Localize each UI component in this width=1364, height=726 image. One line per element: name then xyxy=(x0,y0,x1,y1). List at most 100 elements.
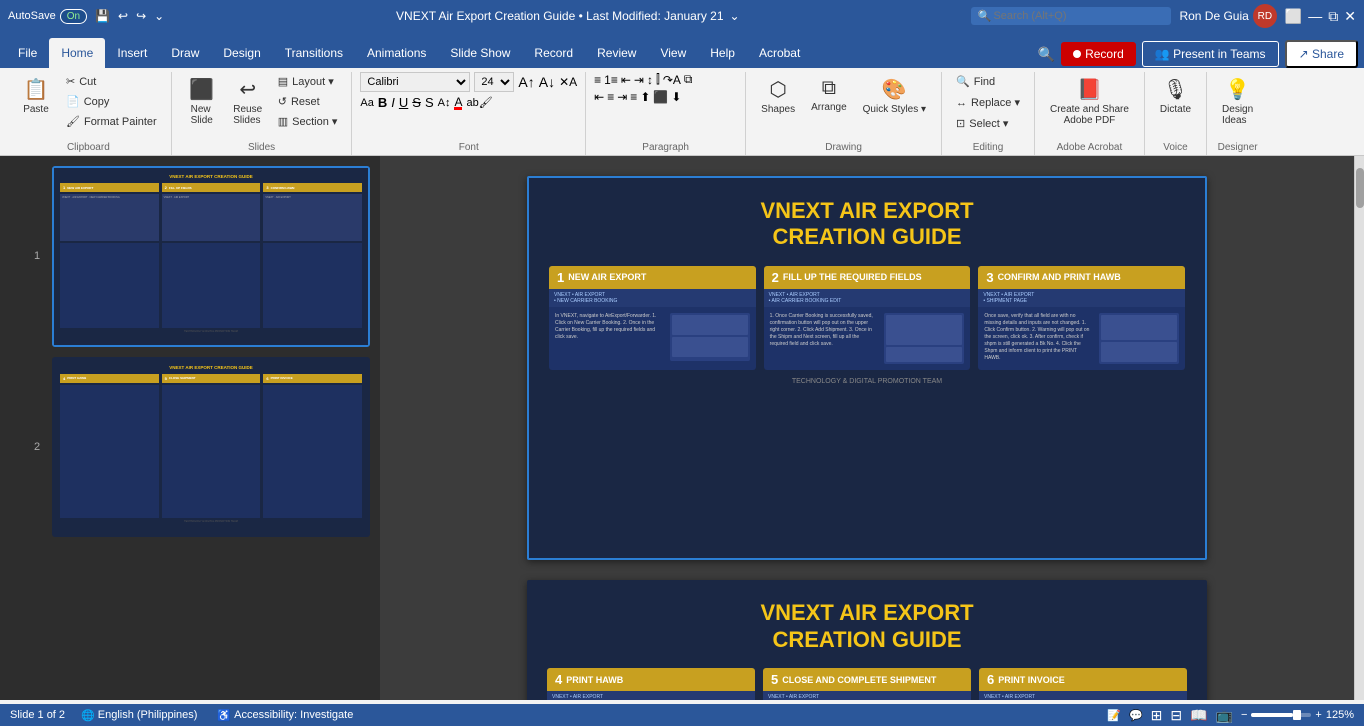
undo-btn[interactable]: ↩ xyxy=(118,9,128,23)
customize-btn[interactable]: ⌄ xyxy=(154,9,164,23)
notes-btn[interactable]: 📝 xyxy=(1107,709,1121,722)
line-spacing-btn[interactable]: ↕ xyxy=(647,73,653,87)
align-left-btn[interactable]: ⇤ xyxy=(594,90,604,104)
numbering-btn[interactable]: 1≡ xyxy=(604,73,618,87)
tab-draw[interactable]: Draw xyxy=(159,38,211,68)
slide-1-thumbnail[interactable]: VNEXT AIR EXPORT CREATION GUIDE 1 NEW AI… xyxy=(52,166,370,347)
tab-slideshow[interactable]: Slide Show xyxy=(438,38,522,68)
tab-acrobat[interactable]: Acrobat xyxy=(747,38,812,68)
tab-record[interactable]: Record xyxy=(522,38,585,68)
font-size-select[interactable]: 24 xyxy=(474,72,514,92)
user-profile[interactable]: Ron De Guia RD xyxy=(1179,4,1276,28)
slide-2-canvas[interactable]: VNEXT AIR EXPORTCREATION GUIDE 4 PRINT H… xyxy=(527,580,1207,700)
zoom-out-btn[interactable]: − xyxy=(1241,709,1247,721)
tab-view[interactable]: View xyxy=(648,38,698,68)
language-btn[interactable]: 🌐 English (Philippines) xyxy=(77,707,201,724)
shapes-button[interactable]: ⬡ Shapes xyxy=(754,72,802,120)
copy-button[interactable]: 📄 Copy xyxy=(60,92,163,111)
reading-view-btn[interactable]: 📖 xyxy=(1190,707,1207,724)
find-button[interactable]: 🔍 Find xyxy=(950,72,1001,91)
design-ideas-button[interactable]: 💡 DesignIdeas xyxy=(1215,72,1260,131)
tab-transitions[interactable]: Transitions xyxy=(273,38,355,68)
shadow-btn[interactable]: S xyxy=(425,95,434,110)
decrease-indent-btn[interactable]: ⇤ xyxy=(621,73,631,87)
strikethrough-btn[interactable]: S xyxy=(412,95,421,110)
ribbon-display-btn[interactable]: ⬜ xyxy=(1285,8,1302,25)
share-button[interactable]: ↗ Share xyxy=(1285,40,1358,68)
quick-styles-button[interactable]: 🎨 Quick Styles ▾ xyxy=(856,72,933,120)
normal-view-btn[interactable]: ⊞ xyxy=(1151,707,1163,724)
tab-design[interactable]: Design xyxy=(211,38,272,68)
columns-btn[interactable]: ⫿ xyxy=(656,72,660,87)
zoom-in-btn[interactable]: + xyxy=(1315,709,1321,721)
slide-2-title: VNEXT AIR EXPORTCREATION GUIDE xyxy=(547,600,1187,653)
accessibility-btn[interactable]: ♿ Accessibility: Investigate xyxy=(213,707,357,724)
card-2-title: FILL UP THE REQUIRED FIELDS xyxy=(783,272,922,282)
ribbon-group-paragraph: ≡ 1≡ ⇤ ⇥ ↕ ⫿ ↷A ⧉ ⇤ ≡ ⇥ ≡ ⬆ ⬛ ⬇ Paragrap… xyxy=(586,72,746,155)
close-btn[interactable]: ✕ xyxy=(1344,8,1356,25)
layout-button[interactable]: ▤ Layout ▾ xyxy=(272,72,344,91)
search-input[interactable] xyxy=(971,7,1171,25)
clear-format-btn[interactable]: ✕A xyxy=(559,75,577,89)
zoom-slider[interactable] xyxy=(1251,713,1311,717)
tab-file[interactable]: File xyxy=(6,38,49,68)
format-painter-label: Format Painter xyxy=(84,116,157,128)
minimize-btn[interactable]: — xyxy=(1308,8,1322,24)
align-bottom-btn[interactable]: ⬇ xyxy=(671,90,681,104)
section-button[interactable]: ▥ Section ▾ xyxy=(272,112,344,131)
comments-btn[interactable]: 💬 xyxy=(1129,709,1143,722)
font-color-btn[interactable]: A xyxy=(454,95,462,110)
highlight-btn[interactable]: ab🖌 xyxy=(466,96,492,109)
autosave-toggle[interactable]: On xyxy=(60,9,87,24)
arrange-button[interactable]: ⧉ Arrange xyxy=(804,72,854,118)
bold-btn[interactable]: B xyxy=(378,95,387,110)
slide-sorter-btn[interactable]: ⊟ xyxy=(1170,707,1182,724)
ribbon-group-designer: 💡 DesignIdeas Designer xyxy=(1207,72,1268,155)
record-button[interactable]: Record xyxy=(1061,42,1136,66)
font-family-select[interactable]: Calibri xyxy=(360,72,470,92)
replace-button[interactable]: ↔ Replace ▾ xyxy=(950,93,1026,112)
slide-2-thumbnail[interactable]: VNEXT AIR EXPORT CREATION GUIDE 4 PRINT … xyxy=(52,357,370,538)
reuse-slides-button[interactable]: ↩ ReuseSlides xyxy=(226,72,270,131)
format-painter-button[interactable]: 🖌 Format Painter xyxy=(60,112,163,131)
spacing-btn[interactable]: A↕ xyxy=(438,97,451,109)
new-slide-button[interactable]: ⬛ NewSlide xyxy=(180,72,224,131)
tab-animations[interactable]: Animations xyxy=(355,38,438,68)
align-right-btn[interactable]: ⇥ xyxy=(617,90,627,104)
presenter-view-btn[interactable]: 📺 xyxy=(1216,707,1233,724)
increase-font-btn[interactable]: A↑ xyxy=(518,74,534,90)
slide-1-canvas[interactable]: VNEXT AIR EXPORTCREATION GUIDE 1 NEW AIR… xyxy=(527,176,1207,560)
text-direction-btn[interactable]: ↷A xyxy=(663,73,681,87)
cut-button[interactable]: ✂ Cut xyxy=(60,72,163,91)
align-top-btn[interactable]: ⬆ xyxy=(640,90,650,104)
reset-button[interactable]: ↺ Reset xyxy=(272,92,344,111)
create-share-pdf-button[interactable]: 📕 Create and ShareAdobe PDF xyxy=(1043,72,1136,131)
convert-to-smartart-btn[interactable]: ⧉ xyxy=(684,72,693,87)
present-in-teams-button[interactable]: 👥 Present in Teams xyxy=(1142,41,1279,67)
select-button[interactable]: ⊡ Select ▾ xyxy=(950,114,1014,133)
tab-help[interactable]: Help xyxy=(698,38,747,68)
redo-btn[interactable]: ↪ xyxy=(136,9,146,23)
tab-insert[interactable]: Insert xyxy=(105,38,159,68)
scrollbar-thumb[interactable] xyxy=(1356,168,1364,208)
align-middle-btn[interactable]: ⬛ xyxy=(653,90,668,104)
restore-btn[interactable]: ⧉ xyxy=(1328,8,1338,25)
justify-btn[interactable]: ≡ xyxy=(630,90,637,104)
voice-content: 🎙 Dictate xyxy=(1153,72,1198,140)
decrease-font-btn[interactable]: A↓ xyxy=(539,74,555,90)
increase-indent-btn[interactable]: ⇥ xyxy=(634,73,644,87)
voice-group-label: Voice xyxy=(1153,140,1198,155)
save-icon[interactable]: 💾 xyxy=(95,9,110,23)
ribbon-search-icon[interactable]: 🔍 xyxy=(1038,46,1055,63)
align-center-btn[interactable]: ≡ xyxy=(607,90,614,104)
italic-btn[interactable]: I xyxy=(391,95,395,110)
title-dropdown-icon[interactable]: ⌄ xyxy=(730,9,740,23)
paste-button[interactable]: 📋 Paste xyxy=(14,72,58,120)
bullets-btn[interactable]: ≡ xyxy=(594,73,601,87)
tab-review[interactable]: Review xyxy=(585,38,648,68)
vertical-scrollbar[interactable] xyxy=(1354,156,1364,700)
underline-btn[interactable]: U xyxy=(399,95,408,110)
change-case-btn[interactable]: Aa xyxy=(360,97,373,109)
dictate-button[interactable]: 🎙 Dictate xyxy=(1153,72,1198,120)
tab-home[interactable]: Home xyxy=(49,38,105,68)
